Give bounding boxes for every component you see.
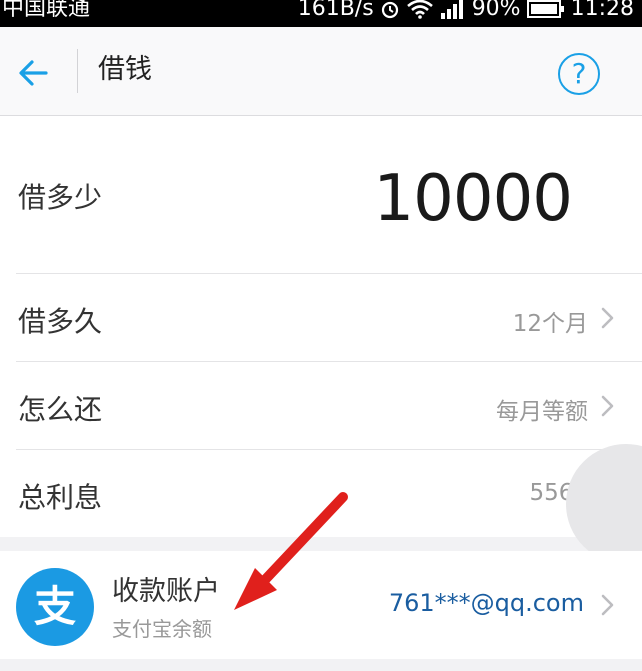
account-title: 收款账户 (112, 576, 220, 607)
nav-bar: 借钱 ? (0, 27, 642, 116)
amount-row[interactable]: 借多少 10000 (0, 116, 642, 274)
chevron-right-icon (600, 305, 616, 331)
page-title: 借钱 (98, 54, 152, 85)
nav-divider (77, 49, 78, 93)
term-value: 12个月 (512, 311, 588, 337)
payee-account-row[interactable]: 支 收款账户 支付宝余额 761***@qq.com (0, 551, 642, 659)
wifi-icon (406, 0, 434, 19)
loan-form: 借多少 10000 借多久 12个月 怎么还 每月等额 总利息 (0, 116, 642, 537)
battery-icon (526, 0, 565, 19)
chevron-right-icon (600, 393, 616, 419)
amount-value[interactable]: 10000 (373, 162, 573, 236)
network-speed: 161B/s (297, 0, 374, 21)
amount-label: 借多少 (18, 181, 103, 214)
signal-icon (440, 0, 466, 19)
alarm-icon (380, 0, 400, 19)
question-circle-icon[interactable]: ? (558, 53, 600, 95)
repay-row[interactable]: 怎么还 每月等额 (0, 362, 642, 450)
status-bar: 中国联通 161B/s 90% 11:28 (0, 0, 642, 27)
term-row[interactable]: 借多久 12个月 (0, 274, 642, 362)
chevron-right-icon (600, 592, 616, 618)
screen: 中国联通 161B/s 90% 11:28 借钱 ? 借多少 10000 借多久… (0, 0, 642, 671)
clock-time: 11:28 (570, 0, 634, 21)
term-label: 借多久 (18, 305, 103, 338)
interest-label: 总利息 (18, 481, 103, 514)
battery-percent: 90% (471, 0, 521, 21)
repay-value: 每月等额 (496, 399, 588, 425)
account-subtitle: 支付宝余额 (112, 617, 212, 641)
account-email: 761***@qq.com (388, 589, 584, 617)
alipay-logo-icon: 支 (16, 568, 94, 646)
arrow-left-icon[interactable] (14, 53, 54, 93)
repay-label: 怎么还 (18, 393, 103, 426)
interest-row: 总利息 556.10 (0, 450, 642, 537)
carrier-name: 中国联通 (2, 0, 91, 21)
status-right: 161B/s 90% 11:28 (298, 0, 634, 20)
